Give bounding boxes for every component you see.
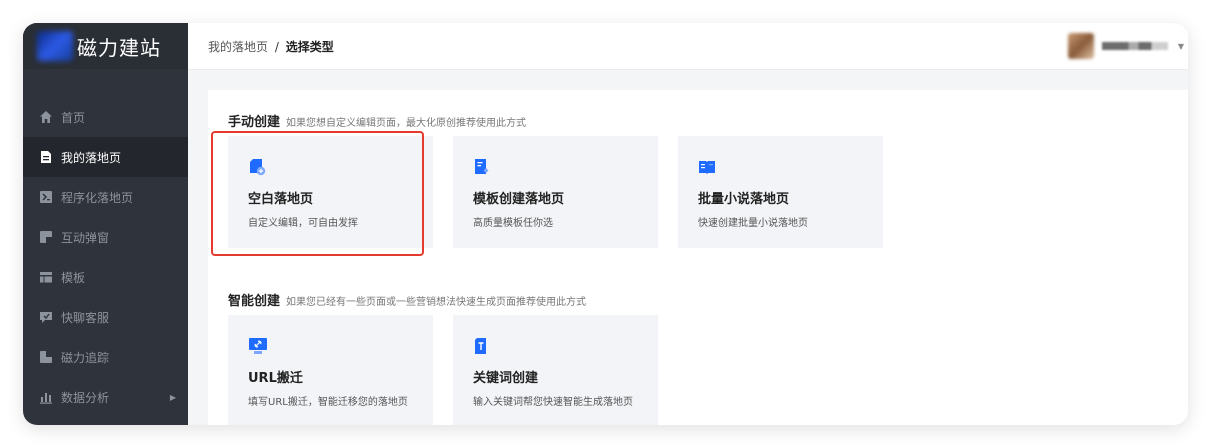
sidebar-item-label: 程序化落地页 — [61, 190, 134, 205]
breadcrumb: 我的落地页 / 选择类型 — [208, 38, 334, 55]
user-menu[interactable]: ▼ — [1067, 33, 1184, 59]
sidebar-item-label: 数据分析 — [61, 390, 110, 405]
sidebar-item-tracking[interactable]: 磁力追踪 — [23, 337, 188, 377]
link-monitor-icon — [248, 337, 267, 355]
logo-text: 磁力建站 — [77, 35, 161, 60]
breadcrumb-current: 选择类型 — [285, 39, 334, 54]
card-title: 关键词创建 — [473, 371, 539, 386]
sidebar-item-my-pages[interactable]: 我的落地页 — [23, 137, 188, 177]
sidebar-item-templates[interactable]: 模板 — [23, 257, 188, 297]
card-description: 自定义编辑，可自由发挥 — [248, 218, 358, 229]
sidebar-item-label: 模板 — [61, 270, 86, 285]
logo-mark — [37, 31, 73, 61]
sidebar-item-programmatic[interactable]: 程序化落地页 — [23, 177, 188, 217]
bar-chart-icon — [39, 390, 53, 404]
top-bar: 我的落地页 / 选择类型 ▼ — [188, 23, 1188, 70]
document-icon — [39, 150, 53, 164]
sidebar-item-label: 我的落地页 — [61, 150, 122, 165]
template-icon — [39, 270, 53, 284]
logo[interactable]: 磁力建站 — [23, 23, 188, 69]
section-description: 如果您已经有一些页面或一些营销想法快速生成页面推荐使用此方式 — [286, 297, 587, 308]
popup-icon — [39, 230, 53, 244]
section-title: 手动创建 — [228, 115, 281, 130]
card-title: 空白落地页 — [248, 192, 314, 207]
card-description: 快速创建批量小说落地页 — [698, 218, 808, 229]
sidebar-item-label: 互动弹窗 — [61, 230, 110, 245]
chevron-down-icon[interactable]: ▼ — [1178, 42, 1184, 51]
keyword-icon — [473, 337, 491, 355]
book-icon — [698, 158, 716, 176]
sidebar-item-popup[interactable]: 互动弹窗 — [23, 217, 188, 257]
avatar[interactable] — [1067, 33, 1094, 59]
card-title: 批量小说落地页 — [698, 192, 790, 207]
sidebar-item-analytics[interactable]: 数据分析 ▶ — [23, 377, 188, 417]
sidebar-item-label: 快聊客服 — [61, 310, 110, 325]
card-title: 模板创建落地页 — [473, 192, 565, 207]
card-description: 输入关键词帮您快速智能生成落地页 — [473, 397, 633, 408]
card-url-migration[interactable]: URL搬迁 填写URL搬迁，智能迁移您的落地页 — [228, 315, 433, 425]
program-icon — [39, 190, 53, 204]
card-blank-page[interactable]: 空白落地页 自定义编辑，可自由发挥 — [228, 136, 433, 248]
sidebar-item-home[interactable]: 首页 — [23, 97, 188, 137]
manual-create-heading: 手动创建 如果您想自定义编辑页面，最大化原创推荐使用此方式 — [228, 111, 526, 130]
card-keyword-create[interactable]: 关键词创建 输入关键词帮您快速智能生成落地页 — [453, 315, 658, 425]
blank-page-icon — [248, 158, 266, 176]
card-template-page[interactable]: 模板创建落地页 高质量模板任你选 — [453, 136, 658, 248]
chat-icon — [39, 310, 53, 324]
home-icon — [39, 110, 53, 124]
sidebar-item-label: 首页 — [61, 110, 86, 125]
app-window: 磁力建站 首页 我的落地页 程序化落地页 互动弹窗 模板 快聊客服 磁力追踪 数… — [23, 23, 1188, 425]
tracking-icon — [39, 350, 53, 364]
sidebar: 磁力建站 首页 我的落地页 程序化落地页 互动弹窗 模板 快聊客服 磁力追踪 数… — [23, 23, 188, 425]
chevron-right-icon: ▶ — [169, 392, 176, 402]
card-title: URL搬迁 — [248, 371, 303, 386]
sidebar-nav: 首页 我的落地页 程序化落地页 互动弹窗 模板 快聊客服 磁力追踪 数据分析 ▶ — [23, 97, 188, 417]
section-description: 如果您想自定义编辑页面，最大化原创推荐使用此方式 — [286, 118, 527, 129]
card-description: 高质量模板任你选 — [473, 218, 553, 229]
card-description: 填写URL搬迁，智能迁移您的落地页 — [248, 397, 408, 408]
sidebar-item-label: 磁力追踪 — [61, 350, 110, 365]
smart-create-heading: 智能创建 如果您已经有一些页面或一些营销想法快速生成页面推荐使用此方式 — [228, 290, 586, 309]
card-novel-batch[interactable]: 批量小说落地页 快速创建批量小说落地页 — [678, 136, 883, 248]
section-title: 智能创建 — [228, 294, 281, 309]
sidebar-item-chat[interactable]: 快聊客服 — [23, 297, 188, 337]
template-page-icon — [473, 158, 491, 176]
username-blurred — [1101, 42, 1168, 50]
breadcrumb-parent[interactable]: 我的落地页 — [208, 40, 268, 54]
breadcrumb-separator: / — [274, 39, 279, 54]
main-content: 手动创建 如果您想自定义编辑页面，最大化原创推荐使用此方式 空白落地页 自定义编辑… — [208, 90, 1188, 425]
